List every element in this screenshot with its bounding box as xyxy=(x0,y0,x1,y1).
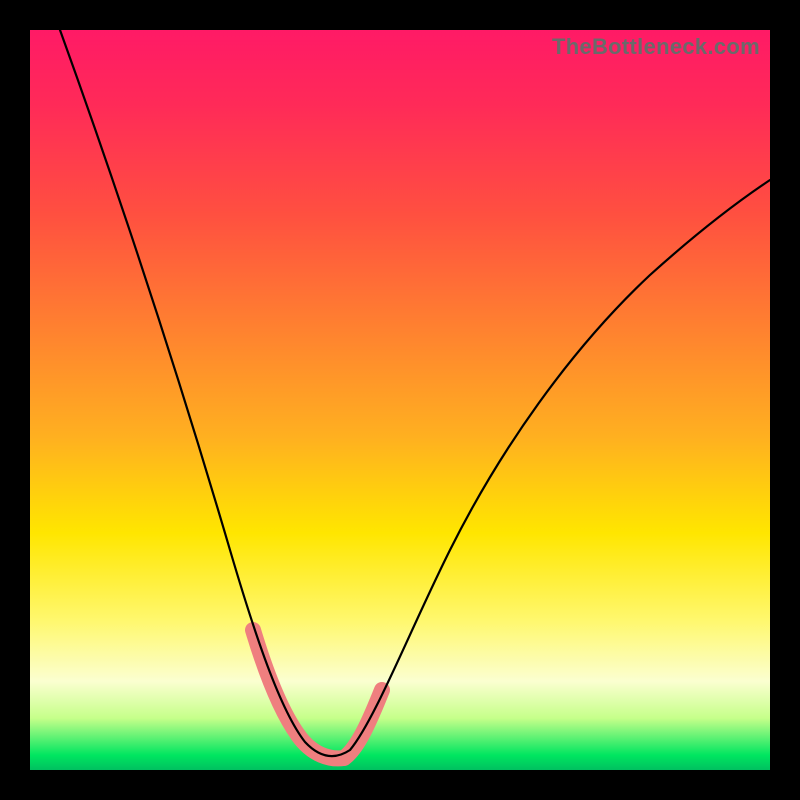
main-curve xyxy=(60,30,770,756)
curve-layer xyxy=(30,30,770,770)
chart-frame: TheBottleneck.com xyxy=(0,0,800,800)
highlight-right-ascent xyxy=(344,690,382,758)
plot-area: TheBottleneck.com xyxy=(30,30,770,770)
